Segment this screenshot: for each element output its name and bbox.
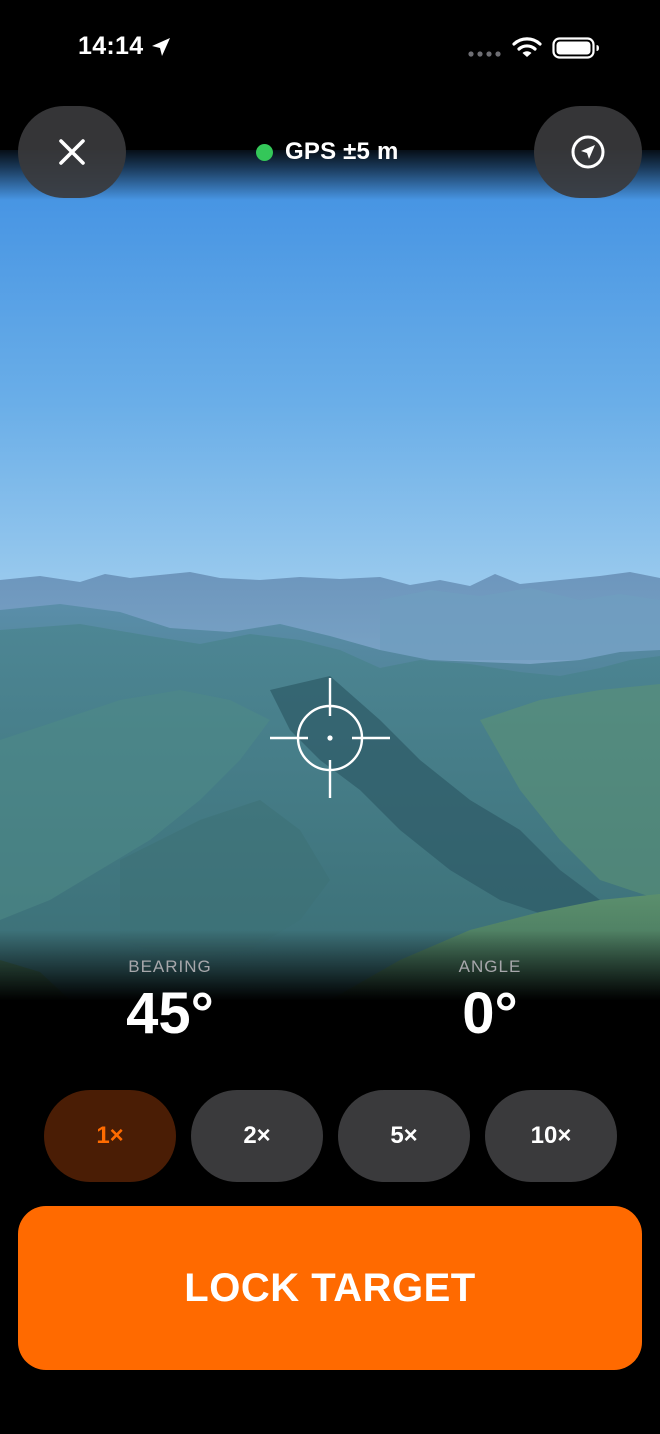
gps-status-dot xyxy=(256,143,273,161)
zoom-5x-button[interactable]: 5× xyxy=(338,1090,470,1182)
zoom-10x-button[interactable]: 10× xyxy=(485,1090,617,1182)
bearing-label: BEARING xyxy=(128,957,212,976)
crosshair-icon xyxy=(270,678,390,798)
cellular-signal-icon xyxy=(468,51,501,57)
bearing-readout: BEARING 45° xyxy=(60,957,280,1043)
zoom-1x-button[interactable]: 1× xyxy=(44,1090,176,1182)
angle-value: 0° xyxy=(462,981,518,1046)
lock-target-button[interactable]: LOCK TARGET xyxy=(18,1206,642,1370)
zoom-selector: 1× 2× 5× 10× xyxy=(44,1090,617,1182)
close-icon xyxy=(59,139,85,165)
wifi-icon xyxy=(512,37,542,57)
status-bar: 14:14 xyxy=(0,0,660,96)
bearing-value: 45° xyxy=(126,981,214,1046)
angle-label: ANGLE xyxy=(458,957,522,976)
lock-target-label: LOCK TARGET xyxy=(184,1265,476,1310)
zoom-2x-button[interactable]: 2× xyxy=(191,1090,323,1182)
navigation-arrow-icon xyxy=(571,135,605,169)
gps-status: GPS ±5 m xyxy=(256,136,398,168)
locate-button[interactable] xyxy=(534,106,642,198)
angle-readout: ANGLE 0° xyxy=(380,957,600,1043)
gps-accuracy-label: GPS ±5 m xyxy=(285,138,399,165)
close-button[interactable] xyxy=(18,106,126,198)
status-time: 14:14 xyxy=(78,32,144,60)
battery-icon xyxy=(552,37,599,59)
location-arrow-icon xyxy=(152,38,170,56)
